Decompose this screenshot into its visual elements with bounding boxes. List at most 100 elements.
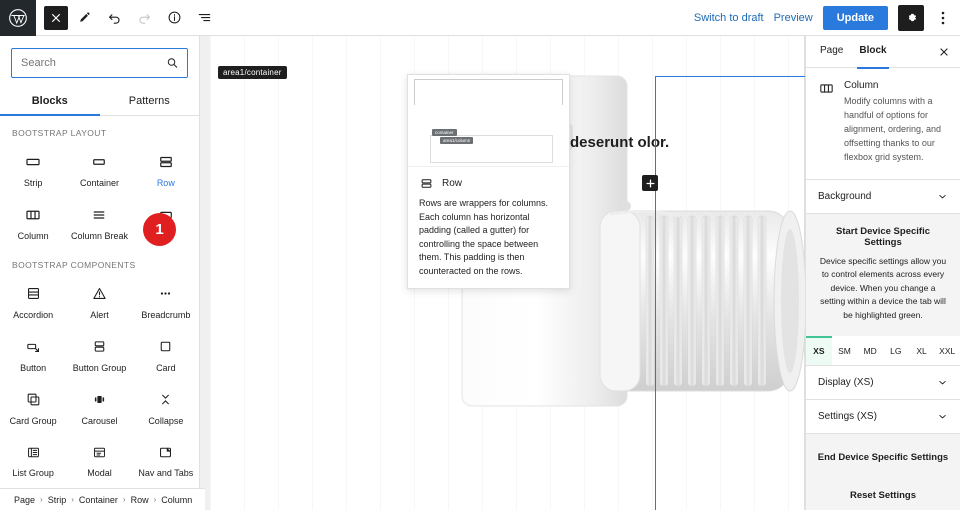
- popover-info: Row Rows are wrappers for columns. Each …: [408, 167, 569, 288]
- toolbar-right-group: Switch to draft Preview Update: [694, 0, 960, 35]
- chevron-down-icon: [937, 377, 948, 388]
- breadcrumb-item-page[interactable]: Page: [14, 495, 35, 505]
- block-item-card-group[interactable]: Card Group: [0, 380, 66, 433]
- category-title-layout: BOOTSTRAP LAYOUT: [12, 128, 107, 138]
- block-item-breadcrumb[interactable]: Breadcrumb: [133, 274, 199, 327]
- editor-canvas[interactable]: area1/container deserunt olor. container…: [200, 36, 805, 510]
- breadcrumb-separator: ›: [40, 495, 43, 504]
- undo-button[interactable]: [100, 4, 128, 32]
- block-info-title: Column: [844, 80, 879, 91]
- breadcrumb-separator: ›: [153, 495, 157, 504]
- ellipsis-vertical-icon[interactable]: [934, 5, 952, 31]
- block-item-row[interactable]: Row: [133, 142, 199, 195]
- preview-chip-container: container: [432, 129, 457, 136]
- chevron-down-icon: [937, 191, 948, 202]
- block-label: Card: [156, 362, 176, 373]
- block-info-description: Modify columns with a handful of options…: [844, 96, 942, 162]
- block-item-carousel[interactable]: Carousel: [66, 380, 132, 433]
- toolbar-left-group: [36, 0, 218, 35]
- collapse-icon: [157, 390, 174, 410]
- popover-header: Row: [419, 176, 558, 191]
- block-info: Column Modify columns with a handful of …: [806, 68, 960, 180]
- block-item-container[interactable]: Container: [66, 142, 132, 195]
- chevron-down-icon: [937, 411, 948, 422]
- close-icon[interactable]: [934, 42, 954, 62]
- modal-icon: [91, 442, 108, 462]
- column-icon: [818, 80, 835, 165]
- block-item-collapse[interactable]: Collapse: [133, 380, 199, 433]
- close-inserter-button[interactable]: [44, 5, 68, 30]
- preview-button[interactable]: Preview: [774, 12, 813, 24]
- block-label: Column: [17, 230, 49, 241]
- search-box[interactable]: [11, 48, 188, 78]
- list-view-icon[interactable]: [190, 4, 218, 32]
- tab-patterns[interactable]: Patterns: [100, 86, 200, 115]
- block-item-strip[interactable]: Strip: [0, 142, 66, 195]
- block-item-card[interactable]: Card: [133, 327, 199, 380]
- gear-icon[interactable]: [898, 4, 924, 31]
- block-item-alert[interactable]: Alert: [66, 274, 132, 327]
- device-tab-xxl[interactable]: XXL: [934, 336, 960, 365]
- block-label-container: area1/container: [218, 66, 287, 79]
- inserter-scroll-area[interactable]: BOOTSTRAP LAYOUT Strip Container Row Col…: [0, 116, 199, 510]
- button-group-icon: [91, 337, 108, 357]
- breadcrumb-item-column[interactable]: Column: [161, 495, 192, 505]
- carousel-icon: [91, 390, 108, 410]
- block-label: Carousel: [81, 415, 118, 426]
- category-title-components: BOOTSTRAP COMPONENTS: [12, 259, 136, 270]
- search-container: [0, 36, 199, 86]
- device-tab-xl[interactable]: XL: [909, 336, 935, 365]
- block-item-nav-and-tabs[interactable]: Nav and Tabs: [133, 432, 199, 485]
- breadcrumb-item-strip[interactable]: Strip: [48, 495, 67, 505]
- switch-to-draft-button[interactable]: Switch to draft: [694, 12, 764, 24]
- block-item-list-group[interactable]: List Group: [0, 432, 66, 485]
- panel-settings-xs[interactable]: Settings (XS): [806, 400, 960, 434]
- block-item-accordion[interactable]: Accordion: [0, 274, 66, 327]
- block-item-column-break[interactable]: Column Break: [66, 195, 132, 248]
- tools-button[interactable]: [70, 4, 98, 32]
- wordpress-logo-icon[interactable]: [0, 0, 36, 36]
- nav-tabs-icon: [157, 442, 174, 462]
- redo-button[interactable]: [130, 4, 158, 32]
- panel-background[interactable]: Background: [806, 180, 960, 214]
- card-group-icon: [25, 390, 42, 410]
- device-tab-xs[interactable]: XS: [806, 335, 832, 365]
- device-tab-sm[interactable]: SM: [832, 336, 858, 365]
- search-input[interactable]: [12, 57, 187, 69]
- panel-label: Background: [818, 190, 872, 202]
- block-label: Modal: [87, 468, 112, 479]
- device-breakpoint-tabs: XS SM MD LG XL XXL: [806, 335, 960, 366]
- tab-block[interactable]: Block: [851, 36, 894, 69]
- selected-block-outline: [655, 76, 805, 510]
- tab-page[interactable]: Page: [812, 36, 851, 68]
- device-note-body: Device specific settings allow you to co…: [819, 255, 947, 321]
- end-device-label: End Device Specific Settings: [817, 451, 949, 463]
- block-item-column[interactable]: Column: [0, 195, 66, 248]
- panel-display-xs[interactable]: Display (XS): [806, 366, 960, 400]
- editor-body: Blocks Patterns BOOTSTRAP LAYOUT Strip: [0, 36, 960, 510]
- block-grid-components: Accordion Alert Breadcrumb Button Button…: [0, 274, 199, 510]
- breadcrumb-item-container[interactable]: Container: [79, 495, 118, 505]
- device-tab-lg[interactable]: LG: [883, 336, 909, 365]
- preview-outer-frame: [414, 79, 563, 105]
- card-icon: [157, 337, 174, 357]
- editor-app: Switch to draft Preview Update Search Bl…: [0, 0, 960, 510]
- strip-icon: [24, 152, 42, 172]
- tab-blocks[interactable]: Blocks: [0, 86, 100, 116]
- update-button[interactable]: Update: [822, 5, 888, 30]
- inserter-tabs: Blocks Patterns: [0, 86, 199, 116]
- block-item-button-group[interactable]: Button Group: [66, 327, 132, 380]
- block-label: Nav and Tabs: [138, 468, 194, 479]
- block-label: Alert: [90, 309, 109, 320]
- block-item-modal[interactable]: Modal: [66, 432, 132, 485]
- plus-icon[interactable]: [642, 175, 658, 191]
- container-icon: [90, 152, 108, 172]
- block-label: Card Group: [9, 415, 57, 426]
- block-preview-popover: container area1/column Row Rows are wrap…: [407, 74, 570, 289]
- block-item-button[interactable]: Button: [0, 327, 66, 380]
- block-label: Column Break: [70, 230, 128, 241]
- breadcrumb-item-row[interactable]: Row: [131, 495, 149, 505]
- row-icon: [419, 176, 434, 191]
- details-button[interactable]: [160, 4, 188, 32]
- device-tab-md[interactable]: MD: [857, 336, 883, 365]
